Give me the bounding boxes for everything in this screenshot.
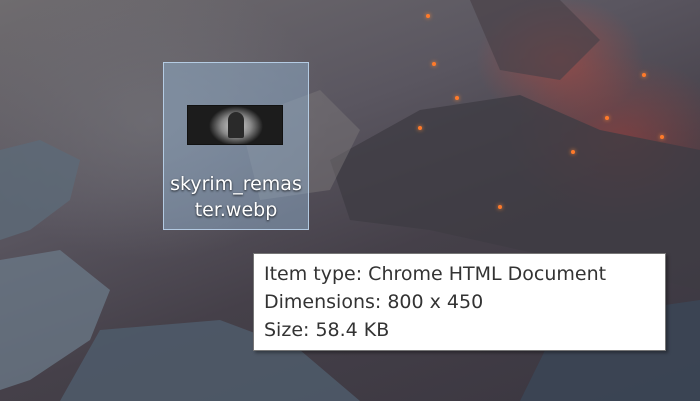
desktop-file-icon[interactable]: skyrim_remaster.webp	[163, 62, 309, 230]
tooltip-item-type: Item type: Chrome HTML Document	[264, 263, 607, 285]
file-name-label: skyrim_remaster.webp	[170, 173, 302, 221]
tooltip-size: Size: 58.4 KB	[264, 319, 390, 341]
file-info-tooltip: Item type: Chrome HTML Document Dimensio…	[253, 253, 666, 351]
tooltip-dimensions: Dimensions: 800 x 450	[264, 291, 484, 313]
image-thumbnail-icon	[187, 105, 283, 145]
